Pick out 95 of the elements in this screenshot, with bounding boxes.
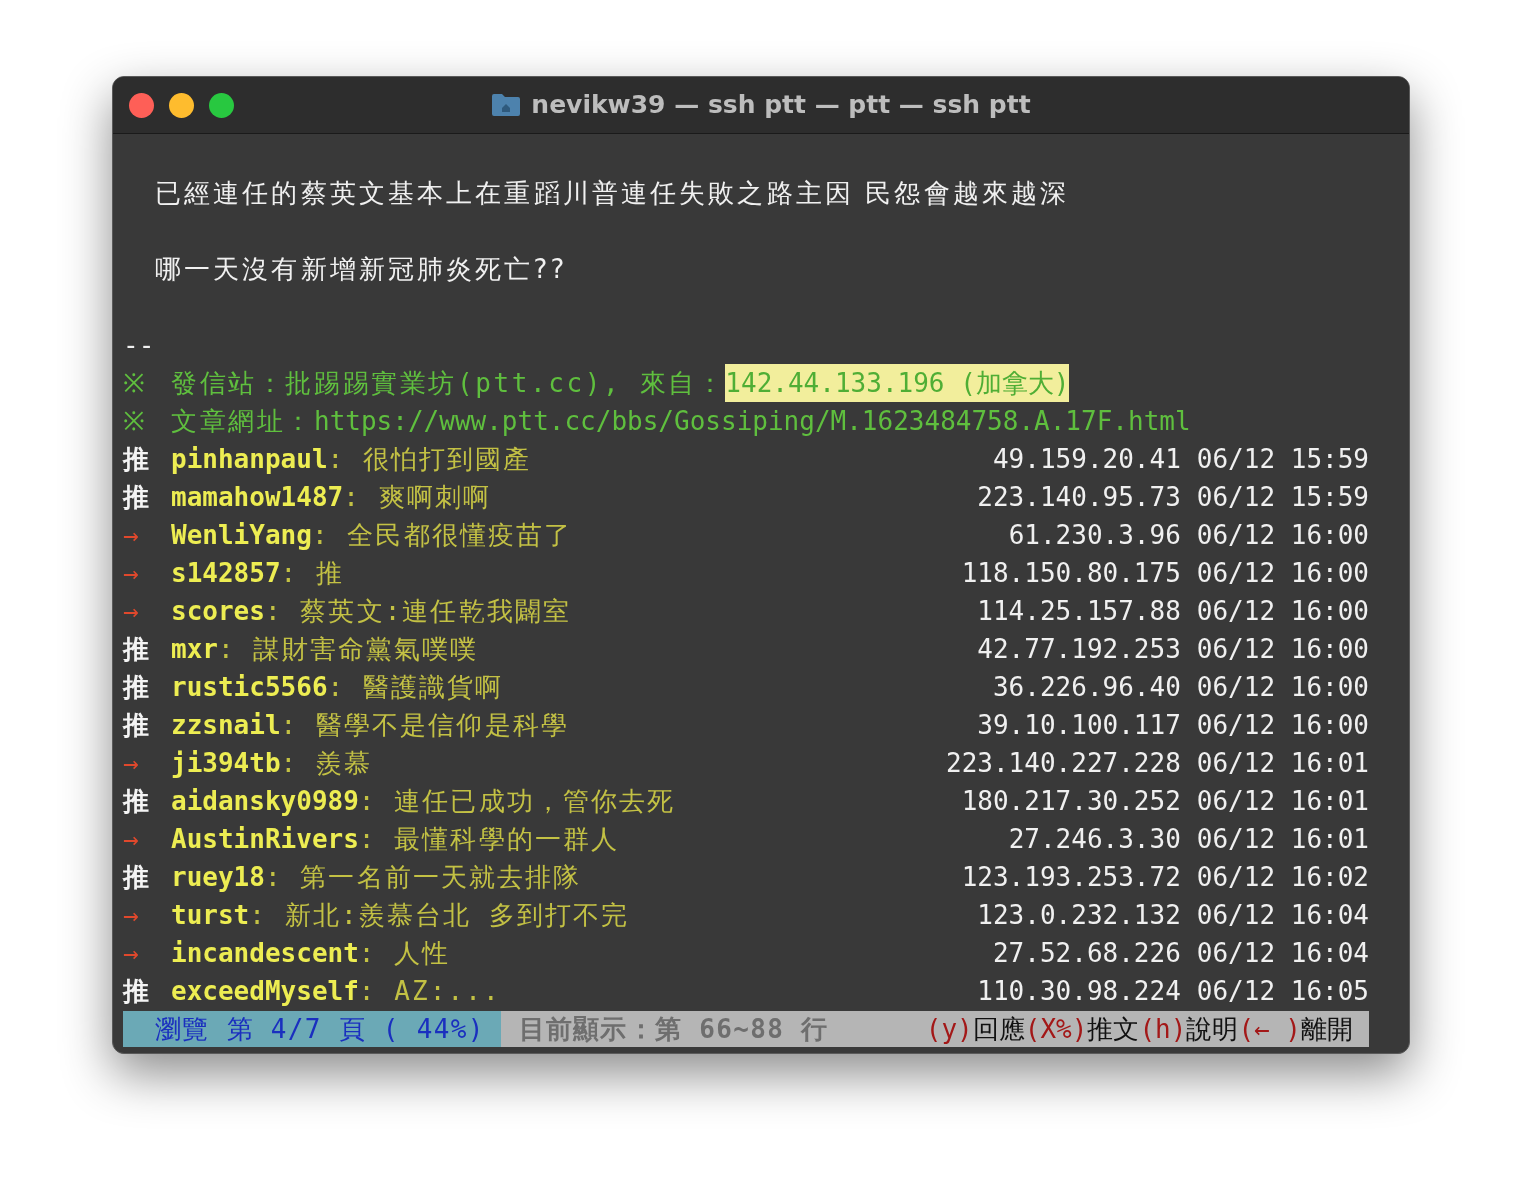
comment-ip: 49.159.20.41 [992,443,1181,476]
push-tag: 推 [123,478,171,516]
comment-ip: 36.226.96.40 [992,671,1181,704]
arrow-tag: → [123,516,171,554]
signature-separator: -- [123,330,155,360]
comment-text: : 最懂科學的一群人 [358,823,619,856]
comment-user: pinhanpaul [171,443,328,476]
key-hint: (y)回應 [925,1013,1025,1046]
comment-text: : 連任已成功，管你去死 [358,785,676,818]
comment-ip: 114.25.157.88 [977,595,1181,628]
push-tag: 推 [123,858,171,896]
comment-time: 06/12 16:01 [1196,785,1369,818]
display-range: 目前顯示：第 66~88 行 [517,1013,829,1046]
key-hint: (h)說明 [1139,1013,1239,1046]
push-tag: 推 [123,706,171,744]
comment-text: : 醫學不是信仰是科學 [280,709,569,742]
comment-time: 06/12 16:01 [1196,823,1369,856]
comment-user: ji394tb [171,747,281,780]
comment-text: : 人性 [358,937,451,970]
comment-text: : 很怕打到國產 [327,443,532,476]
comment-text: : 推 [280,557,345,590]
close-button[interactable] [129,92,154,118]
comment-text: : 全民都很懂疫苗了 [311,519,572,552]
comment-ip: 39.10.100.117 [977,709,1181,742]
comment-user: rustic5566 [171,671,328,704]
comment-ip: 180.217.30.252 [961,785,1181,818]
comment-user: turst [171,899,250,932]
comment-time: 06/12 16:00 [1196,557,1369,590]
comment-user: mamahow1487 [171,481,344,514]
comment-ip: 223.140.95.73 [977,481,1181,514]
comment-time: 06/12 16:04 [1196,899,1369,932]
comment-user: zzsnail [171,709,281,742]
comment-ip: 61.230.3.96 [1008,519,1181,552]
arrow-tag: → [123,592,171,630]
comment-user: incandescent [171,937,359,970]
comment-user: AustinRivers [171,823,359,856]
comment-time: 06/12 16:02 [1196,861,1369,894]
note-mark: ※ [123,367,146,400]
comment-ip: 123.0.232.132 [977,899,1181,932]
comment-user: s142857 [171,557,281,590]
push-tag: 推 [123,630,171,668]
comment-text: : 蔡英文:連任乾我闢室 [264,595,571,628]
comment-user: mxr [171,633,218,666]
footer-label: 文章網址： [171,405,314,438]
push-tag: 推 [123,668,171,706]
comment-time: 06/12 15:59 [1196,481,1369,514]
minimize-button[interactable] [169,92,194,118]
key-hint: (← )離開 [1238,1013,1353,1046]
article-link[interactable]: https://www.ptt.cc/bbs/Gossiping/M.1623484758.A.17F.html [314,402,1191,440]
comment-ip: 123.193.253.72 [961,861,1181,894]
comment-ip: 110.30.98.224 [977,975,1181,1008]
comment-time: 06/12 16:00 [1196,709,1369,742]
push-tag: 推 [123,440,171,478]
comment-text: : 謀財害命黨氣噗噗 [217,633,479,666]
window-title: nevikw39 — ssh ptt — ptt — ssh ptt [531,89,1031,122]
note-mark: ※ [123,405,146,438]
comment-ip: 27.246.3.30 [1008,823,1181,856]
comment-ip: 223.140.227.228 [946,747,1181,780]
push-tag: 推 [123,782,171,820]
comment-text: : 第一名前一天就去排隊 [264,861,582,894]
comment-time: 06/12 16:05 [1196,975,1369,1008]
post-text: 已經連任的蔡英文基本上在重蹈川普連任失敗之路主因 民怨會越來越深 [155,178,1070,208]
post-text: 哪一天沒有新增新冠肺炎死亡?? [155,254,568,284]
arrow-tag: → [123,554,171,592]
folder-icon [491,93,522,117]
comment-time: 06/12 16:00 [1196,671,1369,704]
comment-text: : 新北:羨慕台北 多到打不完 [249,899,630,932]
arrow-tag: → [123,820,171,858]
comment-time: 06/12 16:00 [1196,519,1369,552]
comment-time: 06/12 15:59 [1196,443,1369,476]
comment-user: aidansky0989 [171,785,359,818]
comment-ip: 42.77.192.253 [977,633,1181,666]
arrow-tag: → [123,934,171,972]
comment-text: : 羨慕 [280,747,373,780]
page-indicator: 瀏覽 第 4/7 頁 ( 44%) [123,1011,501,1047]
comment-text: : AZ:... [358,975,501,1008]
comment-user: WenliYang [171,519,312,552]
ip-address-highlight: 142.44.133.196 (加拿大) [725,364,1070,402]
comment-time: 06/12 16:00 [1196,633,1369,666]
comment-time: 06/12 16:00 [1196,595,1369,628]
comment-text: : 爽啊刺啊 [343,481,491,514]
comment-time: 06/12 16:01 [1196,747,1369,780]
arrow-tag: → [123,744,171,782]
push-tag: 推 [123,972,171,1010]
zoom-button[interactable] [209,92,234,118]
comment-user: exceedMyself [171,975,359,1008]
comment-user: scores [171,595,265,628]
comment-ip: 27.52.68.226 [992,937,1181,970]
key-hint: (X%)推文 [1024,1013,1140,1046]
footer-label: 發信站：批踢踢實業坊(ptt.cc), 來自： [171,367,726,400]
comment-user: ruey18 [171,861,265,894]
comment-ip: 118.150.80.175 [961,557,1181,590]
comment-text: : 醫護識貨啊 [327,671,504,704]
comment-time: 06/12 16:04 [1196,937,1369,970]
arrow-tag: → [123,896,171,934]
